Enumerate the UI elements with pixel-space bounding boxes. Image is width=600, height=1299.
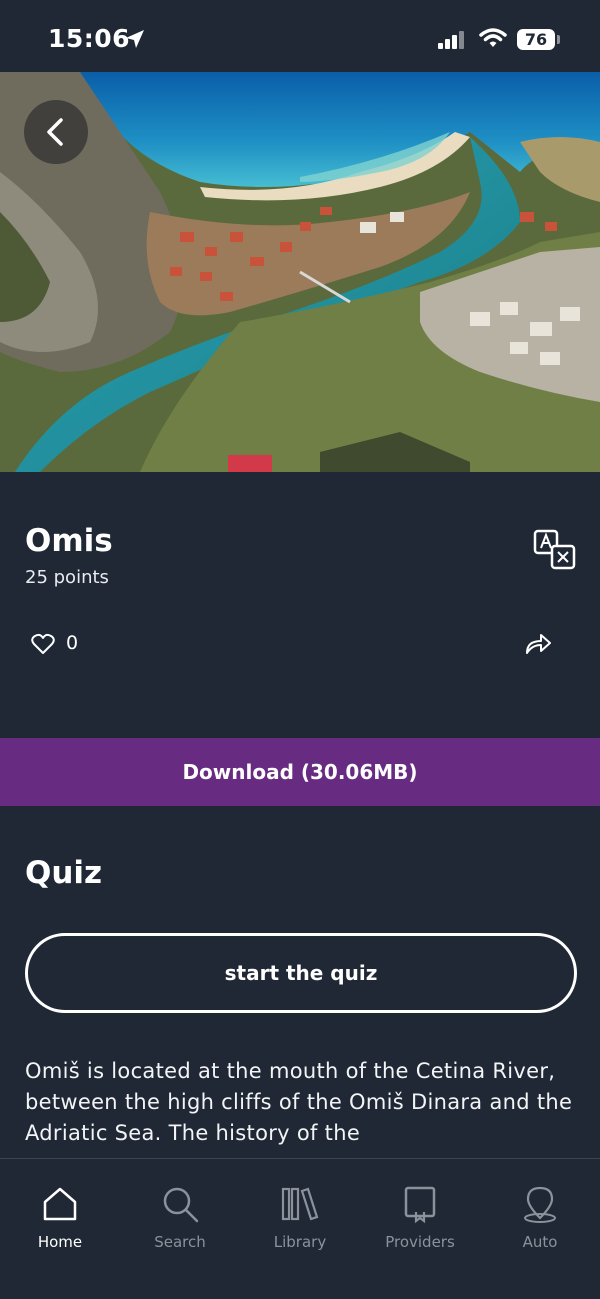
share-icon[interactable]: [524, 630, 552, 656]
tab-search[interactable]: Search: [120, 1159, 240, 1269]
wifi-icon: [479, 28, 507, 47]
tab-providers[interactable]: Providers: [360, 1159, 480, 1269]
cellular-signal-icon: [438, 31, 464, 49]
download-button[interactable]: Download (30.06MB): [0, 738, 600, 806]
points-count: 25 points: [25, 567, 109, 588]
likes-count: 0: [66, 632, 79, 654]
tab-auto-label: Auto: [522, 1233, 558, 1251]
home-icon: [43, 1187, 77, 1221]
status-time: 15:06: [48, 24, 131, 53]
library-icon: [281, 1187, 319, 1221]
tab-search-label: Search: [154, 1233, 206, 1251]
start-quiz-button[interactable]: start the quiz: [25, 933, 577, 1013]
location-arrow-icon: [126, 30, 144, 48]
search-icon: [163, 1187, 199, 1223]
battery-indicator: 76: [517, 29, 555, 50]
tab-providers-label: Providers: [385, 1233, 455, 1251]
place-title: Omis: [25, 523, 113, 559]
back-button[interactable]: [24, 100, 88, 164]
description-text: Omiš is located at the mouth of the Ceti…: [25, 1059, 573, 1145]
tab-home[interactable]: Home: [0, 1159, 120, 1269]
tab-bar: Home Search Library Providers Auto: [0, 1158, 600, 1299]
providers-icon: [404, 1186, 436, 1224]
hero-image: [0, 72, 600, 472]
auto-icon: [524, 1186, 556, 1223]
chevron-left-icon: [47, 118, 63, 146]
translate-icon[interactable]: [533, 529, 577, 571]
tab-library-label: Library: [273, 1233, 327, 1251]
tab-auto[interactable]: Auto: [480, 1159, 600, 1269]
heart-icon[interactable]: [31, 633, 55, 655]
tab-library[interactable]: Library: [240, 1159, 360, 1269]
battery-tip: [557, 35, 560, 44]
quiz-heading: Quiz: [25, 855, 103, 891]
tab-home-label: Home: [37, 1233, 83, 1251]
status-bar: 15:06 76: [0, 0, 600, 72]
